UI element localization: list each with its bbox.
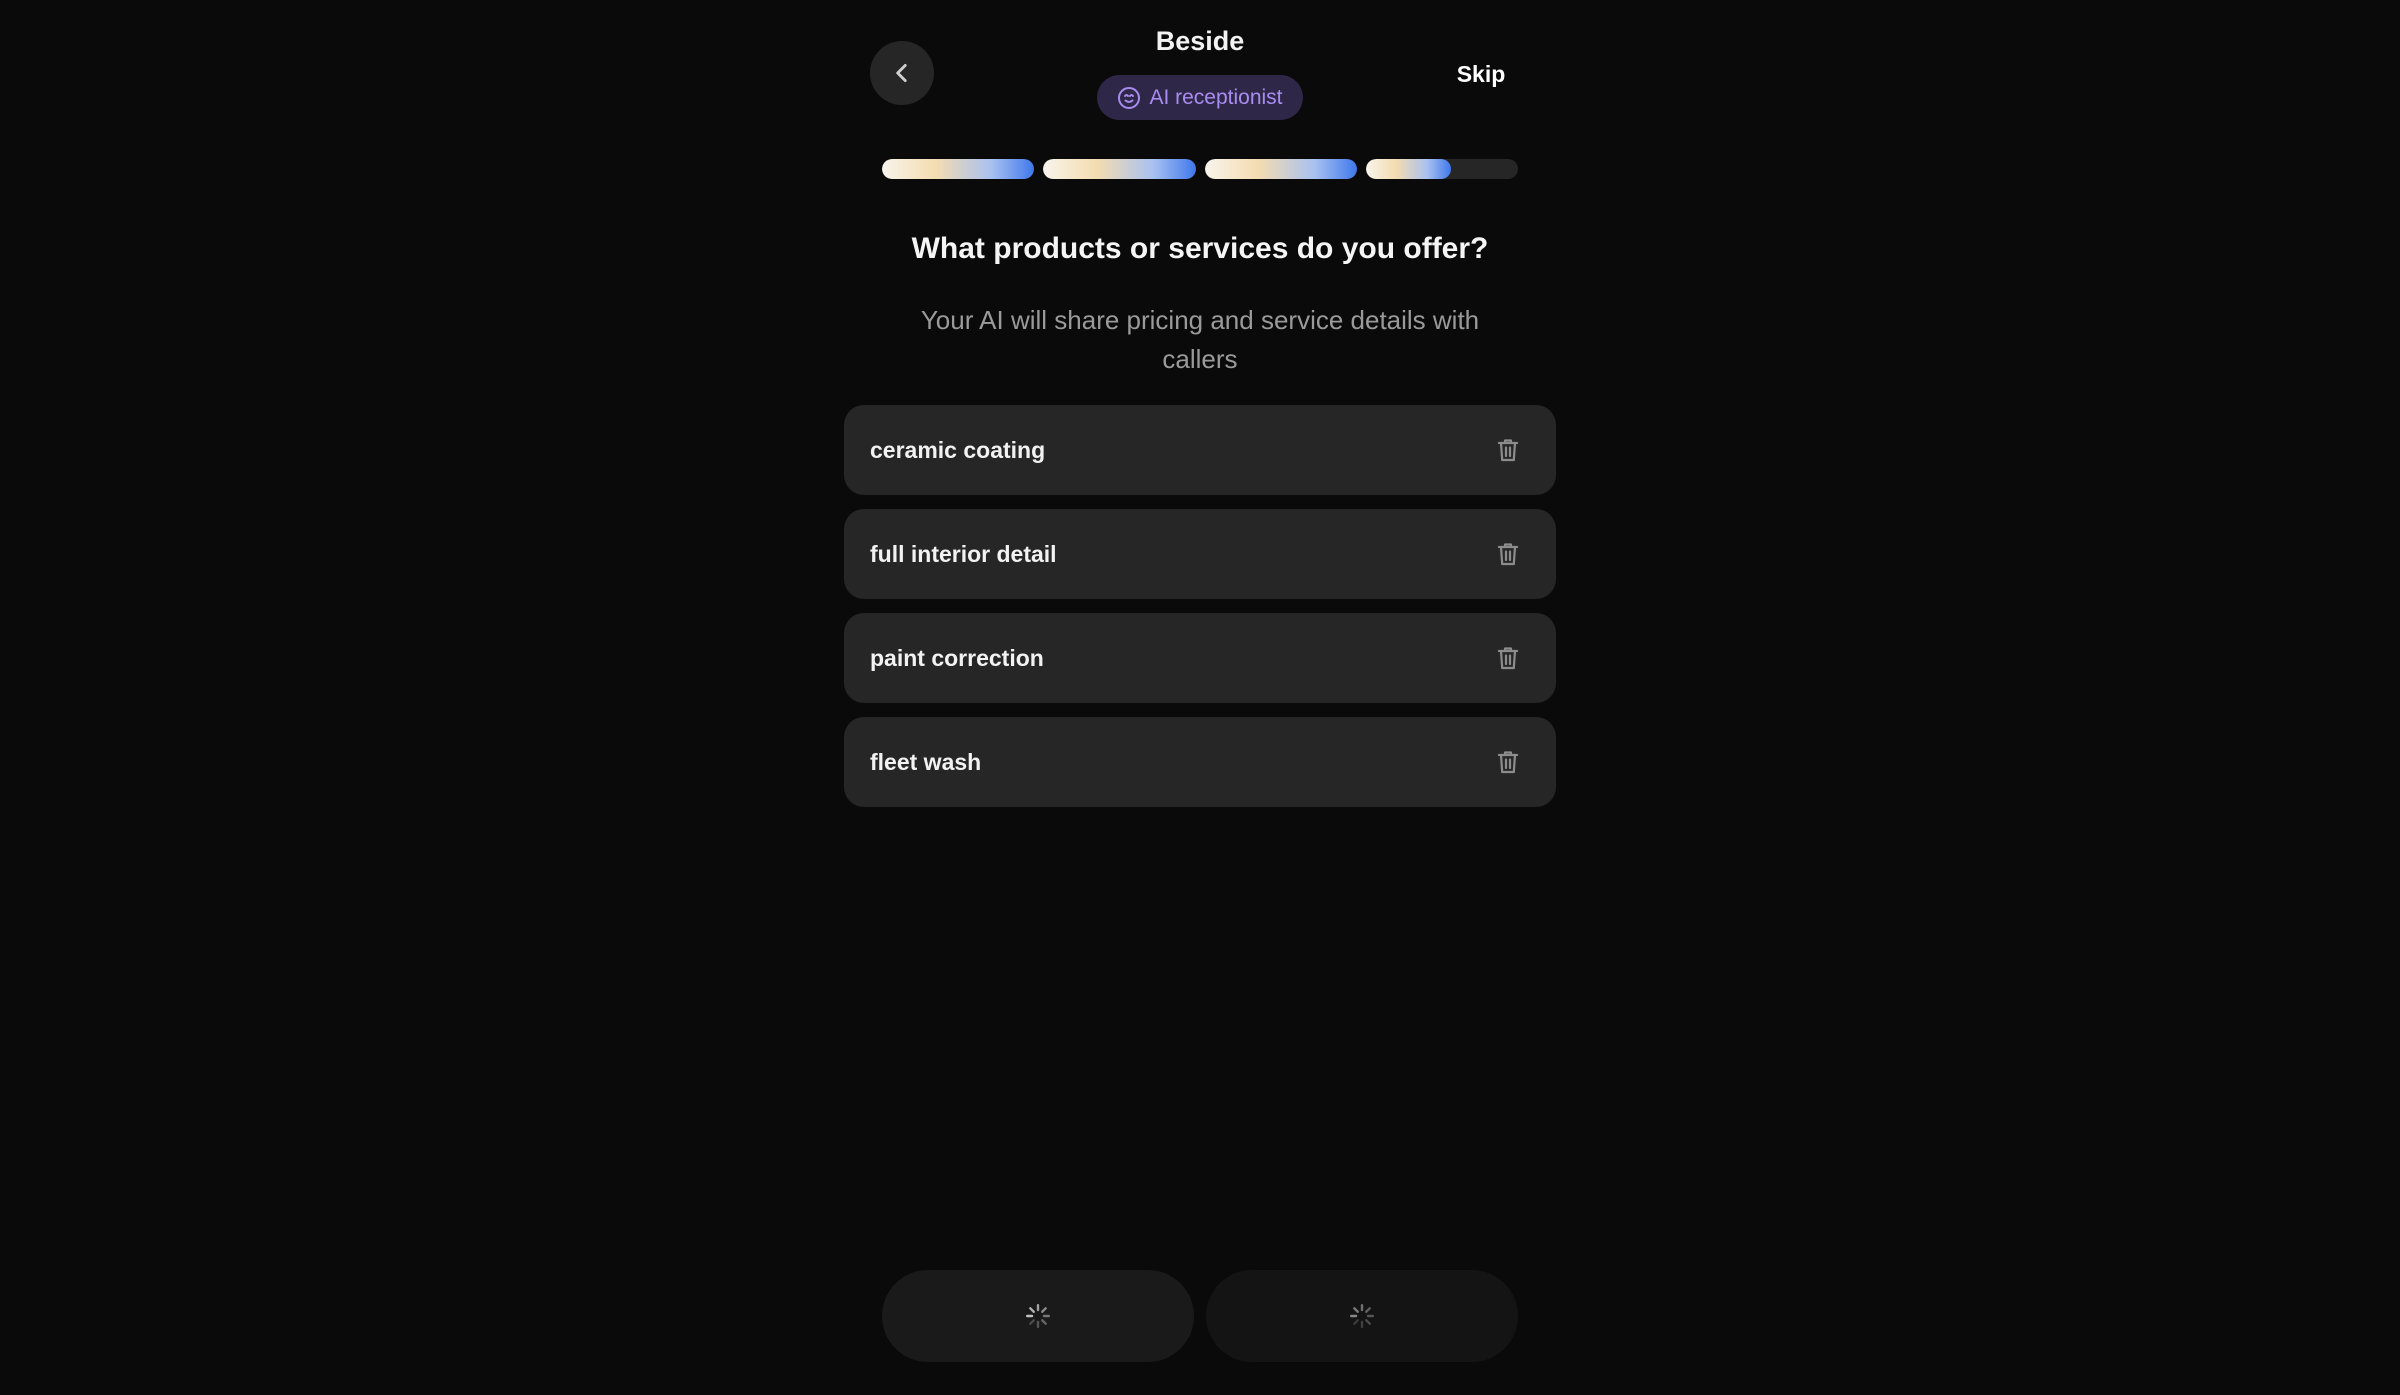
progress-segment-fill: [882, 159, 1035, 179]
skip-button[interactable]: Skip: [1440, 58, 1522, 90]
trash-icon: [1497, 543, 1519, 566]
service-label: paint correction: [870, 644, 1044, 671]
progress-segment: [1204, 159, 1357, 179]
services-list: ceramic coating full interior detail pai…: [844, 405, 1556, 821]
service-label: fleet wash: [870, 748, 982, 775]
smiley-face-icon: [1118, 86, 1141, 109]
step-progress-bar: [882, 159, 1518, 179]
delete-service-button[interactable]: [1486, 428, 1530, 472]
service-item: paint correction: [844, 613, 1556, 703]
trash-icon: [1497, 439, 1519, 462]
delete-service-button[interactable]: [1486, 636, 1530, 680]
question-title: What products or services do you offer?: [911, 232, 1489, 265]
badge-label: AI receptionist: [1149, 85, 1283, 109]
service-item: fleet wash: [844, 717, 1556, 807]
question-subtitle: Your AI will share pricing and service d…: [920, 305, 1480, 374]
delete-service-button[interactable]: [1486, 532, 1530, 576]
service-label: ceramic coating: [870, 436, 1046, 463]
loading-spinner-icon: [1025, 1303, 1051, 1329]
ai-receptionist-badge: AI receptionist: [1097, 75, 1303, 120]
service-item: ceramic coating: [844, 405, 1556, 495]
delete-service-button[interactable]: [1486, 740, 1530, 784]
footer-left-button[interactable]: [882, 1270, 1194, 1362]
service-label: full interior detail: [870, 540, 1057, 567]
brand-title: Beside: [1155, 26, 1245, 56]
trash-icon: [1497, 751, 1519, 774]
progress-segment-fill: [1365, 159, 1451, 179]
progress-segment-fill: [1043, 159, 1196, 179]
chevron-left-icon: [896, 64, 907, 82]
progress-segment-fill: [1204, 159, 1357, 179]
service-item: full interior detail: [844, 509, 1556, 599]
progress-segment: [882, 159, 1035, 179]
footer-right-button[interactable]: [1206, 1270, 1518, 1362]
onboarding-screen: Beside AI receptionist Skip What product…: [0, 0, 2400, 1395]
progress-segment: [1043, 159, 1196, 179]
loading-spinner-icon: [1349, 1303, 1375, 1329]
trash-icon: [1497, 647, 1519, 670]
progress-segment: [1365, 159, 1518, 179]
